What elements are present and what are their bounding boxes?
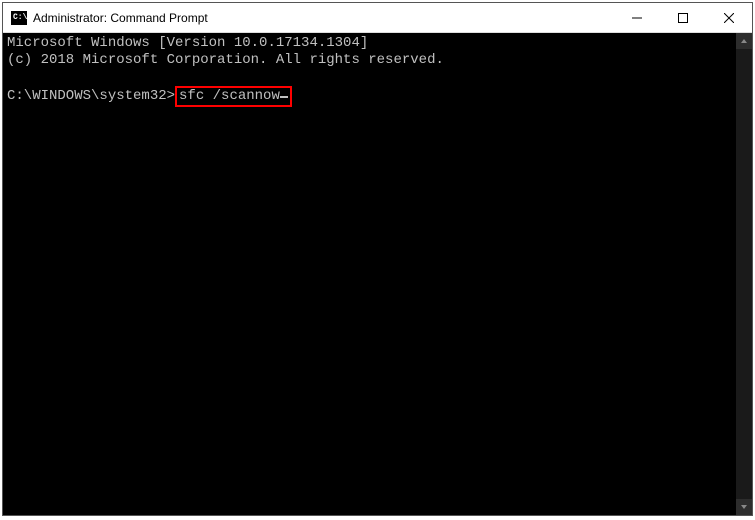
close-button[interactable] xyxy=(706,3,752,32)
copyright-line: (c) 2018 Microsoft Corporation. All righ… xyxy=(7,52,444,68)
titlebar[interactable]: C:\ Administrator: Command Prompt xyxy=(3,3,752,33)
version-line: Microsoft Windows [Version 10.0.17134.13… xyxy=(7,35,368,51)
maximize-button[interactable] xyxy=(660,3,706,32)
scrollbar[interactable] xyxy=(736,33,752,515)
command-text: sfc /scannow xyxy=(179,88,280,104)
cmd-icon: C:\ xyxy=(11,11,27,25)
command-highlight: sfc /scannow xyxy=(175,86,292,107)
minimize-button[interactable] xyxy=(614,3,660,32)
window-controls xyxy=(614,3,752,32)
terminal-content[interactable]: Microsoft Windows [Version 10.0.17134.13… xyxy=(3,33,736,515)
terminal-area[interactable]: Microsoft Windows [Version 10.0.17134.13… xyxy=(3,33,752,515)
scroll-up-button[interactable] xyxy=(736,33,752,49)
scroll-down-button[interactable] xyxy=(736,499,752,515)
prompt-text: C:\WINDOWS\system32> xyxy=(7,88,175,104)
cursor xyxy=(280,96,288,98)
window-title: Administrator: Command Prompt xyxy=(33,11,614,25)
command-prompt-window: C:\ Administrator: Command Prompt Micros… xyxy=(2,2,753,516)
